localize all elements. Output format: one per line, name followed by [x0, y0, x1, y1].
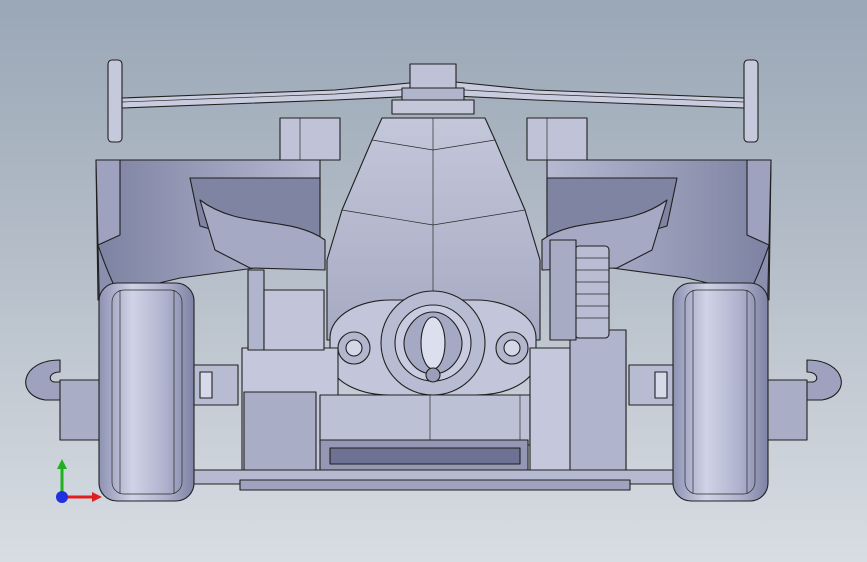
right-rear-wheel[interactable] [628, 282, 769, 502]
gearbox-plate[interactable] [329, 290, 537, 396]
left-spur-gears [247, 269, 325, 351]
xyz-axis-triad-icon[interactable] [40, 455, 115, 515]
right-spur-gear[interactable] [549, 239, 610, 341]
car-model[interactable] [0, 0, 867, 562]
graphics-viewport[interactable] [0, 0, 867, 562]
left-rear-wheel[interactable] [98, 282, 239, 502]
